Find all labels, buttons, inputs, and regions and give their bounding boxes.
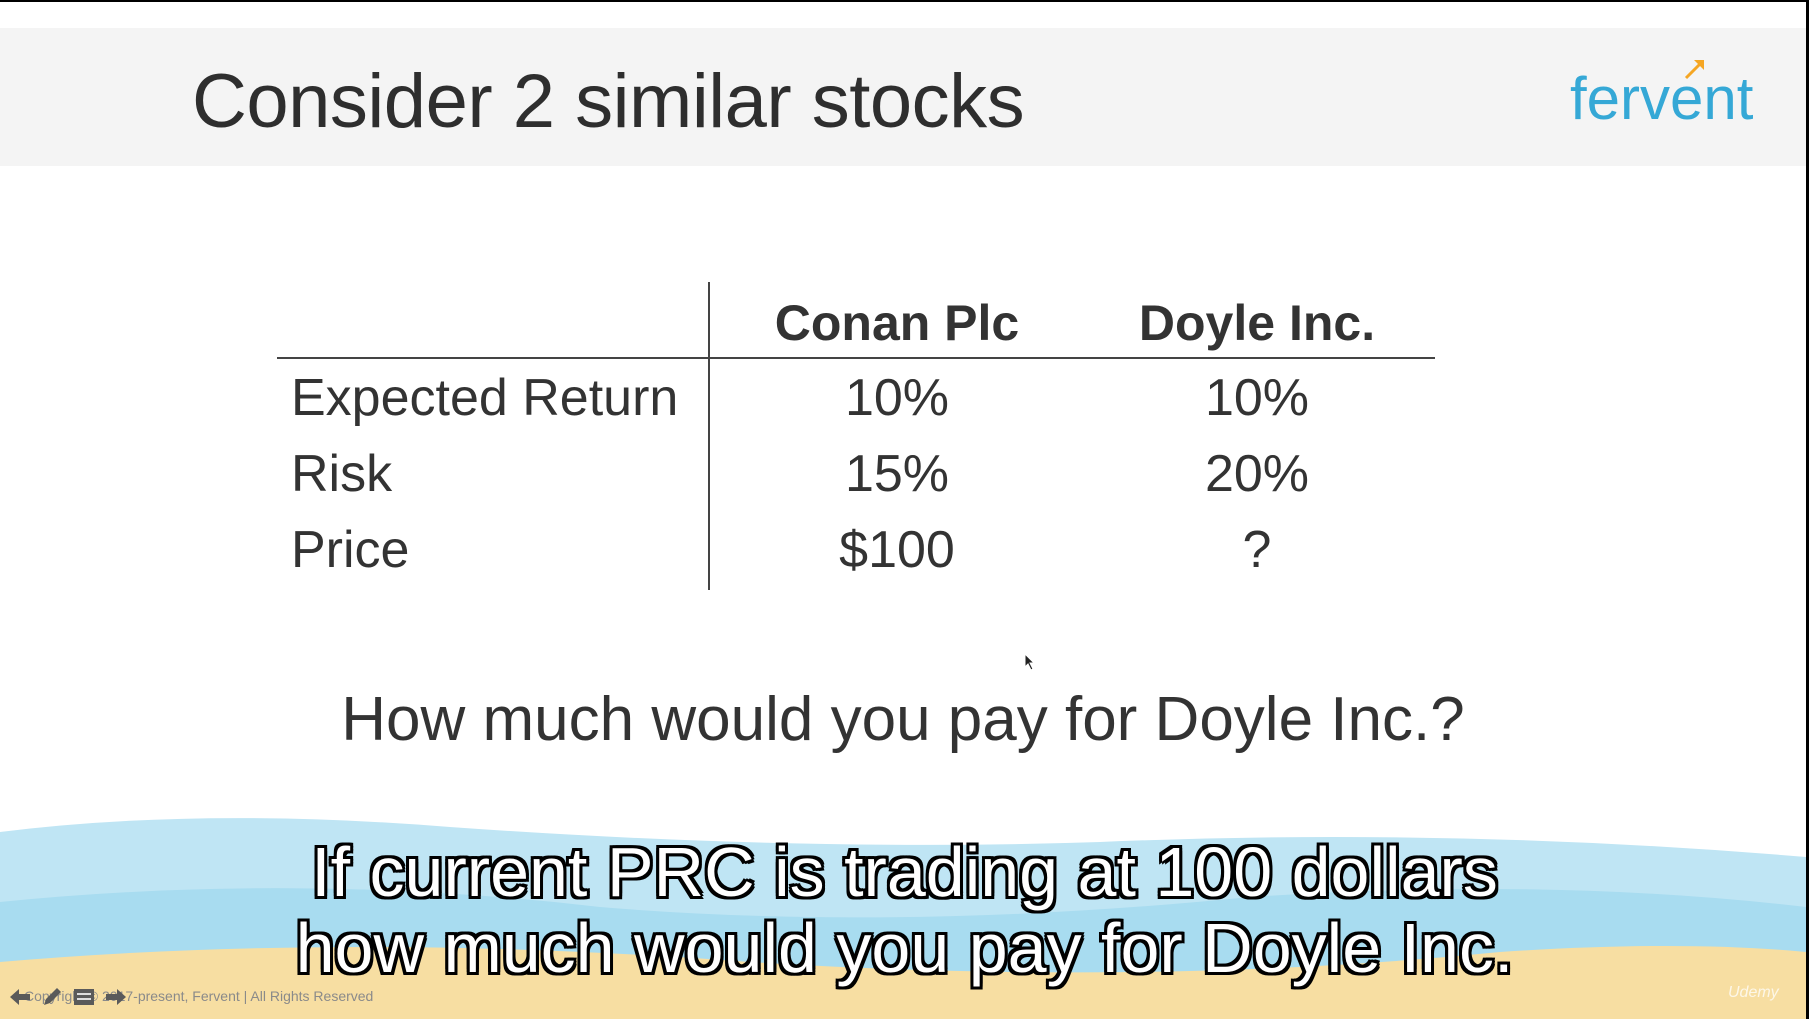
row-label-expected-return: Expected Return	[291, 369, 679, 427]
row-label-risk: Risk	[291, 445, 393, 503]
column-header-doyle: Doyle Inc.	[1138, 295, 1376, 351]
question-text: How much would you pay for Doyle Inc.?	[341, 685, 1465, 754]
row-label-price: Price	[291, 521, 410, 579]
cell-conan-price: $100	[839, 521, 955, 579]
subtitle-line-2: how much would you pay for Doyle Inc.	[295, 909, 1514, 987]
cell-conan-risk: 15%	[844, 445, 950, 503]
udemy-watermark: Udemy	[1728, 984, 1779, 1001]
column-header-conan: Conan Plc	[774, 295, 1020, 351]
table-header-divider	[277, 357, 1435, 359]
cell-doyle-expected-return: 10%	[1204, 369, 1310, 427]
cell-doyle-price: ?	[1242, 521, 1272, 579]
slide-title: Consider 2 similar stocks	[192, 59, 1025, 144]
fervent-logo: fervent	[1570, 65, 1754, 132]
forward-arrow-icon[interactable]	[102, 985, 130, 1009]
table-vertical-divider	[708, 282, 710, 590]
slides-icon[interactable]	[70, 985, 98, 1009]
cell-doyle-risk: 20%	[1204, 445, 1310, 503]
pen-icon[interactable]	[38, 985, 66, 1009]
subtitle-line-1: If current PRC is trading at 100 dollars	[311, 833, 1498, 911]
mouse-cursor-icon	[1024, 653, 1036, 671]
comparison-table: Conan Plc Doyle Inc. Expected Return 10%…	[277, 282, 1435, 592]
cell-conan-expected-return: 10%	[844, 369, 950, 427]
back-arrow-icon[interactable]	[6, 985, 34, 1009]
logo-arrow-icon	[1684, 60, 1704, 80]
slide-controls	[6, 982, 130, 1012]
